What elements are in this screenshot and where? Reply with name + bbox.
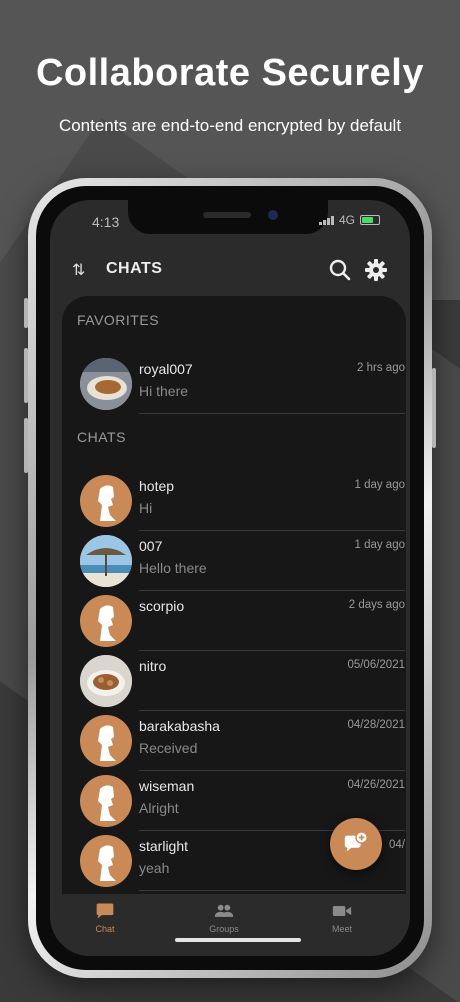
contact-name: scorpio — [139, 598, 185, 614]
tab-groups[interactable]: Groups — [184, 902, 264, 934]
phone-frame: 4:13 4G ⇅ CHATS FAVORITES royal007 Hi th… — [24, 178, 436, 978]
contact-name: nitro — [139, 658, 167, 674]
chat-item[interactable]: nitro 05/06/2021 — [80, 651, 405, 711]
add-chat-icon — [344, 831, 368, 852]
chat-list-panel: FAVORITES royal007 Hi there 2 hrs ago CH… — [62, 296, 406, 894]
row-divider — [139, 413, 405, 414]
avatar — [80, 835, 132, 887]
promo-headline: Collaborate Securely — [35, 52, 425, 94]
phone-side-button — [24, 418, 28, 473]
last-message: Alright — [139, 800, 179, 816]
chat-item[interactable]: hotep Hi 1 day ago — [80, 471, 405, 531]
message-time: 2 hrs ago — [357, 362, 405, 374]
tab-chat[interactable]: Chat — [65, 902, 145, 934]
search-icon[interactable] — [328, 258, 352, 282]
tab-label: Chat — [95, 924, 115, 934]
contact-name: wiseman — [139, 778, 195, 794]
message-time: 04/26/2021 — [347, 779, 405, 791]
last-message: Received — [139, 740, 198, 756]
message-time: 05/06/2021 — [347, 659, 405, 671]
avatar — [80, 655, 132, 707]
contact-name: hotep — [139, 478, 175, 494]
video-icon — [332, 906, 352, 916]
avatar — [80, 535, 132, 587]
phone-notch — [128, 200, 328, 234]
bottom-tab-bar: Chat Groups Meet — [50, 894, 410, 956]
network-label: 4G — [338, 213, 355, 227]
status-indicators: 4G — [318, 213, 380, 227]
favorite-item[interactable]: royal007 Hi there 2 hrs ago — [80, 354, 405, 414]
chat-item[interactable]: 007 Hello there 1 day ago — [80, 531, 405, 591]
contact-name: 007 — [139, 538, 163, 554]
phone-bezel: 4:13 4G ⇅ CHATS FAVORITES royal007 Hi th… — [36, 186, 424, 970]
home-indicator — [175, 938, 301, 942]
page-title: CHATS — [106, 260, 163, 277]
phone-screen: 4:13 4G ⇅ CHATS FAVORITES royal007 Hi th… — [50, 200, 410, 956]
promo-subline: Contents are end-to-end encrypted by def… — [58, 116, 402, 135]
message-time: 1 day ago — [354, 539, 405, 551]
last-message: Hello there — [139, 560, 207, 576]
gear-icon[interactable] — [364, 258, 388, 282]
signal-icon — [318, 215, 334, 225]
row-divider — [139, 890, 405, 891]
message-time: 2 days ago — [348, 599, 405, 611]
last-message: Hi — [139, 500, 153, 516]
tab-label: Groups — [209, 924, 239, 934]
avatar — [80, 475, 132, 527]
phone-side-button — [432, 368, 436, 448]
swap-icon[interactable]: ⇅ — [72, 260, 85, 280]
groups-icon — [214, 904, 234, 917]
new-chat-button[interactable] — [330, 818, 382, 870]
avatar — [80, 595, 132, 647]
contact-name: barakabasha — [139, 718, 220, 734]
avatar — [80, 358, 132, 410]
avatar — [80, 715, 132, 767]
chat-icon — [96, 903, 114, 919]
message-time: 1 day ago — [354, 479, 405, 491]
favorites-section-title: FAVORITES — [77, 312, 160, 328]
app-header: ⇅ CHATS — [50, 252, 410, 292]
avatar — [80, 775, 132, 827]
status-time: 4:13 — [92, 214, 120, 230]
phone-side-button — [24, 348, 28, 403]
contact-name: royal007 — [139, 361, 193, 377]
front-camera — [268, 210, 278, 220]
chats-section-title: CHATS — [77, 429, 126, 445]
tab-label: Meet — [331, 924, 352, 934]
message-time: 04/ — [389, 839, 405, 851]
speaker — [203, 212, 251, 218]
contact-name: starlight — [139, 838, 189, 854]
tab-meet[interactable]: Meet — [302, 902, 382, 934]
message-time: 04/28/2021 — [347, 719, 405, 731]
battery-icon — [360, 215, 380, 225]
chat-item[interactable]: barakabasha Received 04/28/2021 — [80, 711, 405, 771]
last-message: yeah — [139, 860, 170, 876]
last-message: Hi there — [139, 383, 189, 399]
phone-side-button — [24, 298, 28, 328]
chat-item[interactable]: scorpio 2 days ago — [80, 591, 405, 651]
